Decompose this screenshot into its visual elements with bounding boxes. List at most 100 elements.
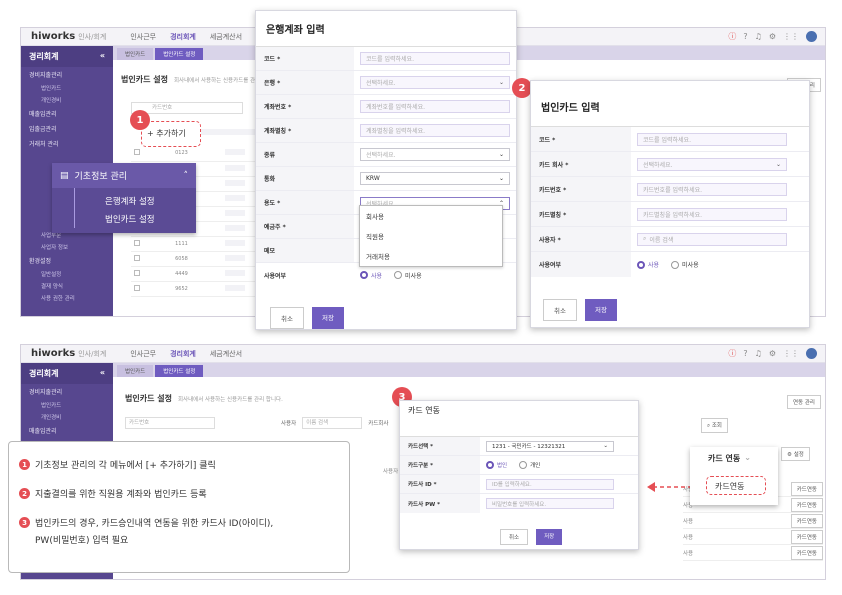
nav-tax[interactable]: 세금계산서 xyxy=(210,349,242,359)
option-vendor[interactable]: 거래처용 xyxy=(360,246,502,266)
sidebar-sub-card[interactable]: 법인카드 xyxy=(21,399,113,411)
tab-card-settings[interactable]: 법인카드 설정 xyxy=(155,365,204,377)
tab-card[interactable]: 법인카드 xyxy=(117,48,154,60)
sidebar-item-cash[interactable]: 입출금관리 xyxy=(21,121,113,136)
sidebar-sub-bizinfo[interactable]: 사업자 정보 xyxy=(21,241,113,253)
flyout-item-card[interactable]: 법인카드 설정 xyxy=(105,210,196,228)
sidebar-sub-personal[interactable]: 개인경비 xyxy=(21,94,113,106)
card-link-modal: 카드 연동 카드선택 * 1231 - 국민카드 - 12321321 ⌄ 카드구분… xyxy=(399,400,639,550)
avatar[interactable] xyxy=(806,31,817,42)
card-link-popup: 카드 연동 ⌄ 카드연동 xyxy=(690,447,778,505)
link-cancel-button[interactable]: 취소 xyxy=(500,529,529,545)
card-no-input[interactable]: 카드번호를 입력하세요. xyxy=(637,182,787,196)
sidebar-sub-permission[interactable]: 사용 권한 관리 xyxy=(21,292,113,304)
link-card-button[interactable]: 카드연동 xyxy=(790,513,823,528)
radio-use[interactable]: 사용 xyxy=(360,271,382,280)
link-save-button[interactable]: 저장 xyxy=(536,529,563,545)
sidebar-item-sales[interactable]: 매출입관리 xyxy=(21,106,113,121)
currency-select[interactable]: KRW ⌄ xyxy=(360,172,510,185)
option-company[interactable]: 회사용 xyxy=(360,206,502,226)
radio-corporate[interactable]: 법인 xyxy=(486,461,507,469)
bell-icon[interactable]: ♫ xyxy=(755,349,762,358)
alert-icon[interactable]: ⓘ xyxy=(728,348,736,359)
nav-hr[interactable]: 인사근무 xyxy=(130,32,156,42)
sidebar-sub-approval[interactable]: 결재 양식 xyxy=(21,280,113,292)
row-checkbox[interactable] xyxy=(134,284,140,291)
sidebar-item-expense[interactable]: 경비지출관리 xyxy=(21,384,113,399)
sidebar-sub-general[interactable]: 일반설정 xyxy=(21,268,113,280)
card-id-input[interactable]: ID를 입력하세요. xyxy=(486,478,614,490)
flyout-header[interactable]: ▤ 기초정보 관리 ˄ xyxy=(52,163,196,188)
cancel-button[interactable]: 취소 xyxy=(270,307,304,329)
card-save-button[interactable]: 저장 xyxy=(584,299,617,321)
radio-personal[interactable]: 개인 xyxy=(519,461,540,469)
sidebar-item-env[interactable]: 환경설정 xyxy=(21,253,113,268)
row-checkbox[interactable] xyxy=(134,149,140,156)
card-user-search[interactable]: ⌕ 이름 검색 xyxy=(637,232,787,246)
help-icon[interactable]: ? xyxy=(743,349,747,358)
search-input[interactable]: 카드번호 xyxy=(131,102,243,114)
row-checkbox[interactable] xyxy=(134,269,140,276)
settings-button[interactable]: ⚙ 설정 xyxy=(781,447,810,461)
sidebar-sub-personal[interactable]: 개인경비 xyxy=(21,411,113,423)
nav-tax[interactable]: 세금계산서 xyxy=(210,32,242,42)
logo[interactable]: hiworks 인사/회계 xyxy=(31,31,106,42)
search-input-2[interactable]: 카드번호 xyxy=(125,417,215,429)
row-checkbox[interactable] xyxy=(134,239,140,246)
sidebar-item-vendor[interactable]: 거래처 관리 xyxy=(21,136,113,151)
row-checkbox[interactable] xyxy=(134,254,140,261)
link-card-button[interactable]: 카드연동 xyxy=(790,545,823,560)
card-radio-unuse[interactable]: 미사용 xyxy=(671,260,699,269)
account-no-input[interactable]: 계좌번호를 입력하세요. xyxy=(360,100,510,113)
save-button[interactable]: 저장 xyxy=(311,307,344,329)
user-filter-input[interactable]: 이름 검색 xyxy=(302,417,363,429)
card-code-input[interactable]: 코드를 입력하세요. xyxy=(637,132,787,146)
option-employee[interactable]: 직원용 xyxy=(360,226,502,246)
chevron-down-icon: ⌄ xyxy=(498,151,504,158)
avatar[interactable] xyxy=(806,348,817,359)
bank-select[interactable]: 선택하세요. ⌄ xyxy=(360,76,510,89)
bank-code-input[interactable]: 코드를 입력하세요. xyxy=(360,52,510,65)
card-type-label: 카드구분 * xyxy=(400,456,480,474)
nav-accounting[interactable]: 경리회계 xyxy=(170,349,196,359)
collapse-icon[interactable]: « xyxy=(100,368,105,379)
flyout-item-bank[interactable]: 은행계좌 설정 xyxy=(105,192,196,210)
settings-icon[interactable]: ⚙ xyxy=(769,32,776,41)
table-row[interactable]: 사용 카드연동 xyxy=(683,545,823,561)
sidebar-item-sales[interactable]: 매출입관리 xyxy=(21,423,113,438)
card-link-button[interactable]: 카드연동 xyxy=(715,481,744,492)
search-button[interactable]: ⌕ 조회 xyxy=(701,418,728,433)
card-company-select[interactable]: 선택하세요. ⌄ xyxy=(637,157,787,171)
card-radio-use[interactable]: 사용 xyxy=(637,260,659,269)
apps-grid-icon[interactable]: ⋮⋮ xyxy=(783,32,799,41)
link-card-button[interactable]: 카드연동 xyxy=(790,481,823,496)
table-row[interactable]: 사용 카드연동 xyxy=(683,529,823,545)
help-icon[interactable]: ? xyxy=(743,32,747,41)
link-card-button[interactable]: 카드연동 xyxy=(790,497,823,512)
account-alias-input[interactable]: 계좌별칭을 입력하세요. xyxy=(360,124,510,137)
add-button[interactable]: + 추가하기 xyxy=(147,128,186,139)
sidebar-sub-card[interactable]: 법인카드 xyxy=(21,82,113,94)
settings-icon[interactable]: ⚙ xyxy=(769,349,776,358)
card-alias-input[interactable]: 카드별칭을 입력하세요. xyxy=(637,207,787,221)
bell-icon[interactable]: ♫ xyxy=(755,32,762,41)
alert-icon[interactable]: ⓘ xyxy=(728,31,736,42)
card-select[interactable]: 1231 - 국민카드 - 12321321 ⌄ xyxy=(486,440,614,452)
sidebar-item-expense[interactable]: 경비지출관리 xyxy=(21,67,113,82)
card-pw-input[interactable]: 비밀번호를 입력하세요. xyxy=(486,498,614,509)
table-row[interactable]: 사용 카드연동 xyxy=(683,513,823,529)
link-card-button[interactable]: 카드연동 xyxy=(790,529,823,544)
collapse-icon[interactable]: « xyxy=(100,51,105,62)
logo-2[interactable]: hiworks 인사/회계 xyxy=(31,348,106,359)
tab-card-settings[interactable]: 법인카드 설정 xyxy=(155,48,204,60)
card-no-label: 카드번호 * xyxy=(531,177,631,201)
tab-card[interactable]: 법인카드 xyxy=(117,365,154,377)
card-cancel-button[interactable]: 취소 xyxy=(543,299,577,321)
radio-unuse[interactable]: 미사용 xyxy=(394,271,422,280)
apps-grid-icon[interactable]: ⋮⋮ xyxy=(783,349,799,358)
nav-hr[interactable]: 인사근무 xyxy=(130,349,156,359)
nav-accounting[interactable]: 경리회계 xyxy=(170,32,196,42)
type-select[interactable]: 선택하세요. ⌄ xyxy=(360,148,510,161)
top-bar-2: hiworks 인사/회계 인사근무 경리회계 세금계산서 ⓘ ? ♫ ⚙ ⋮⋮ xyxy=(21,345,825,363)
register-button-2[interactable]: 연동 관리 xyxy=(787,395,821,409)
